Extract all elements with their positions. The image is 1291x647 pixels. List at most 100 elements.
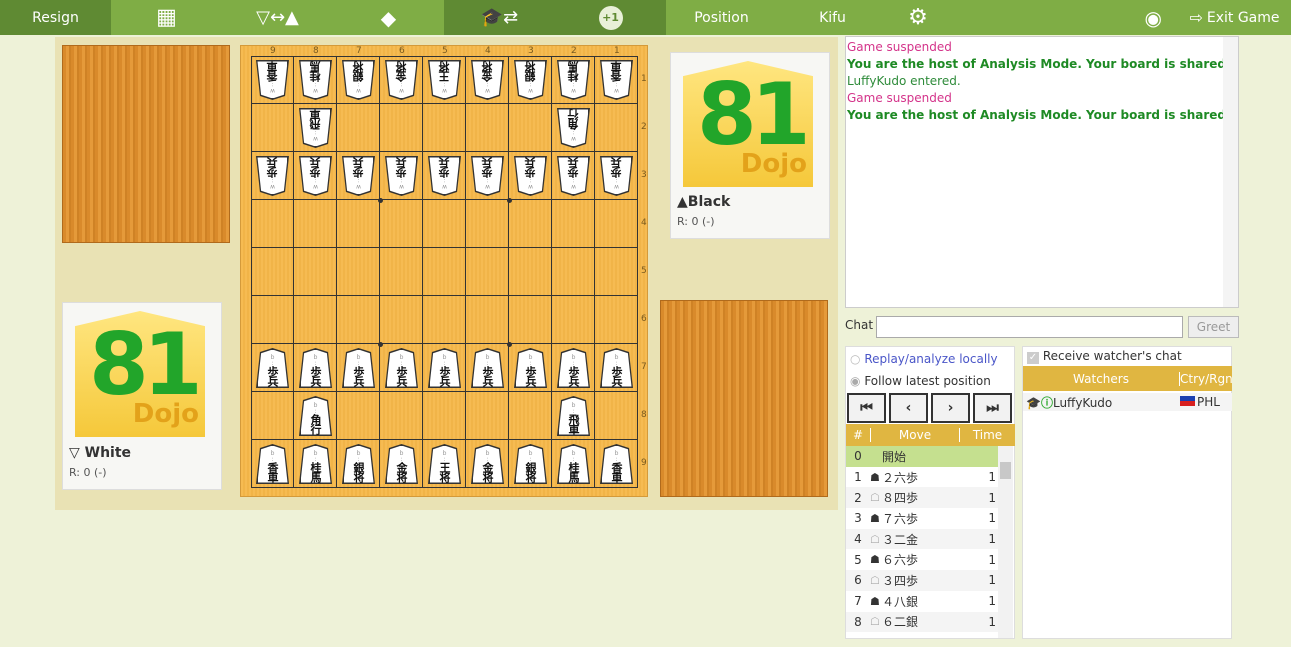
board-square[interactable]: w:歩兵 (466, 152, 509, 200)
white-piece[interactable]: w:歩兵 (557, 156, 590, 196)
board-square[interactable] (595, 392, 638, 440)
board-square[interactable] (380, 248, 423, 296)
board-square[interactable]: w:歩兵 (509, 152, 552, 200)
receive-watcher-chat-checkbox[interactable]: ✓ Receive watcher's chat (1027, 349, 1182, 364)
white-piece[interactable]: w:飛車 (299, 108, 332, 148)
swap-sides-button[interactable]: ▽↔▲ (222, 0, 333, 35)
board-square[interactable]: b:香車 (251, 440, 294, 488)
board-square[interactable]: w:歩兵 (552, 152, 595, 200)
board-square[interactable] (294, 296, 337, 344)
board-square[interactable]: b:王将 (423, 440, 466, 488)
board-square[interactable]: b:金将 (466, 440, 509, 488)
white-piece[interactable]: w:銀将 (342, 60, 375, 100)
board-square[interactable]: b:歩兵 (552, 344, 595, 392)
first-move-button[interactable]: ⏮ (847, 393, 886, 423)
board-square[interactable]: b:歩兵 (595, 344, 638, 392)
watcher-row[interactable]: 🎓ⓘLuffyKudo PHL (1023, 393, 1232, 411)
board-square[interactable]: w:金将 (466, 56, 509, 104)
board-square[interactable] (337, 392, 380, 440)
board-square[interactable] (595, 248, 638, 296)
board-square[interactable] (337, 200, 380, 248)
board-square[interactable]: b:歩兵 (466, 344, 509, 392)
prev-move-button[interactable]: ‹ (889, 393, 928, 423)
board-square[interactable]: b:銀将 (337, 440, 380, 488)
board-square[interactable] (251, 104, 294, 152)
board-square[interactable] (294, 248, 337, 296)
black-piece[interactable]: b:歩兵 (557, 348, 590, 388)
white-piece[interactable]: w:歩兵 (471, 156, 504, 196)
white-piece[interactable]: w:角行 (557, 108, 590, 148)
board-square[interactable] (466, 248, 509, 296)
board-square[interactable] (595, 200, 638, 248)
board-square[interactable]: b:金将 (380, 440, 423, 488)
board-square[interactable]: b:桂馬 (294, 440, 337, 488)
board-square[interactable]: w:歩兵 (380, 152, 423, 200)
white-piece[interactable]: w:歩兵 (514, 156, 547, 196)
white-piece[interactable]: w:銀将 (514, 60, 547, 100)
next-move-button[interactable]: › (931, 393, 970, 423)
white-piece[interactable]: w:歩兵 (342, 156, 375, 196)
move-row[interactable]: 7 ☗ ４八銀 1 (846, 590, 998, 612)
plus-one-button[interactable]: +1 (555, 0, 666, 35)
board-square[interactable] (509, 392, 552, 440)
watch-button[interactable]: ◉ (948, 0, 1178, 35)
board-square[interactable]: w:金将 (380, 56, 423, 104)
board-square[interactable] (423, 200, 466, 248)
settings-button[interactable]: ⚙ (888, 0, 948, 35)
white-piece[interactable]: w:香車 (256, 60, 289, 100)
white-piece[interactable]: w:歩兵 (385, 156, 418, 196)
black-piece[interactable]: b:歩兵 (385, 348, 418, 388)
black-piece-stand[interactable] (660, 300, 828, 497)
board-square[interactable]: w:歩兵 (337, 152, 380, 200)
board-square[interactable] (423, 104, 466, 152)
board-square[interactable] (423, 392, 466, 440)
board-square[interactable] (595, 296, 638, 344)
board-square[interactable] (380, 296, 423, 344)
follow-latest-radio[interactable]: ◉ Follow latest position (850, 374, 991, 388)
black-piece[interactable]: b:香車 (256, 444, 289, 484)
board-square[interactable] (251, 200, 294, 248)
board-square[interactable] (337, 104, 380, 152)
black-piece[interactable]: b:歩兵 (428, 348, 461, 388)
board-square[interactable] (423, 248, 466, 296)
board-square[interactable]: w:飛車 (294, 104, 337, 152)
white-piece[interactable]: w:香車 (600, 60, 633, 100)
last-move-button[interactable]: ⏭ (973, 393, 1012, 423)
black-piece[interactable]: b:歩兵 (256, 348, 289, 388)
board-square[interactable] (337, 296, 380, 344)
black-piece[interactable]: b:飛車 (557, 396, 590, 436)
board-square[interactable] (509, 200, 552, 248)
position-button[interactable]: Position (666, 0, 777, 35)
board-square[interactable] (466, 296, 509, 344)
black-piece[interactable]: b:歩兵 (514, 348, 547, 388)
white-piece[interactable]: w:桂馬 (299, 60, 332, 100)
black-piece[interactable]: b:桂馬 (299, 444, 332, 484)
kifu-button[interactable]: Kifu (777, 0, 888, 35)
board-square[interactable]: w:香車 (595, 56, 638, 104)
greet-button[interactable]: Greet (1188, 316, 1239, 338)
board-square[interactable] (509, 104, 552, 152)
board-square[interactable] (509, 248, 552, 296)
board-square[interactable]: w:歩兵 (251, 152, 294, 200)
calculator-button[interactable]: ▦ (111, 0, 222, 35)
chat-input[interactable] (876, 316, 1183, 338)
move-row[interactable]: 0 開始 (846, 446, 998, 467)
board-square[interactable]: b:角行 (294, 392, 337, 440)
move-row[interactable]: 2 ☖ ８四歩 1 (846, 487, 998, 509)
board-square[interactable]: b:飛車 (552, 392, 595, 440)
board-square[interactable]: b:歩兵 (337, 344, 380, 392)
board-square[interactable]: w:王将 (423, 56, 466, 104)
board-square[interactable] (552, 296, 595, 344)
board-square[interactable] (380, 392, 423, 440)
black-piece[interactable]: b:金将 (471, 444, 504, 484)
black-piece[interactable]: b:歩兵 (299, 348, 332, 388)
board-square[interactable]: b:歩兵 (294, 344, 337, 392)
white-piece[interactable]: w:王将 (428, 60, 461, 100)
board-square[interactable] (251, 296, 294, 344)
board-square[interactable]: b:桂馬 (552, 440, 595, 488)
board-square[interactable]: w:歩兵 (294, 152, 337, 200)
exit-game-button[interactable]: ⇨ Exit Game (1178, 0, 1291, 35)
analysis-mode-button[interactable]: 🎓⇄ (444, 0, 555, 35)
black-piece[interactable]: b:銀将 (514, 444, 547, 484)
white-piece[interactable]: w:歩兵 (600, 156, 633, 196)
